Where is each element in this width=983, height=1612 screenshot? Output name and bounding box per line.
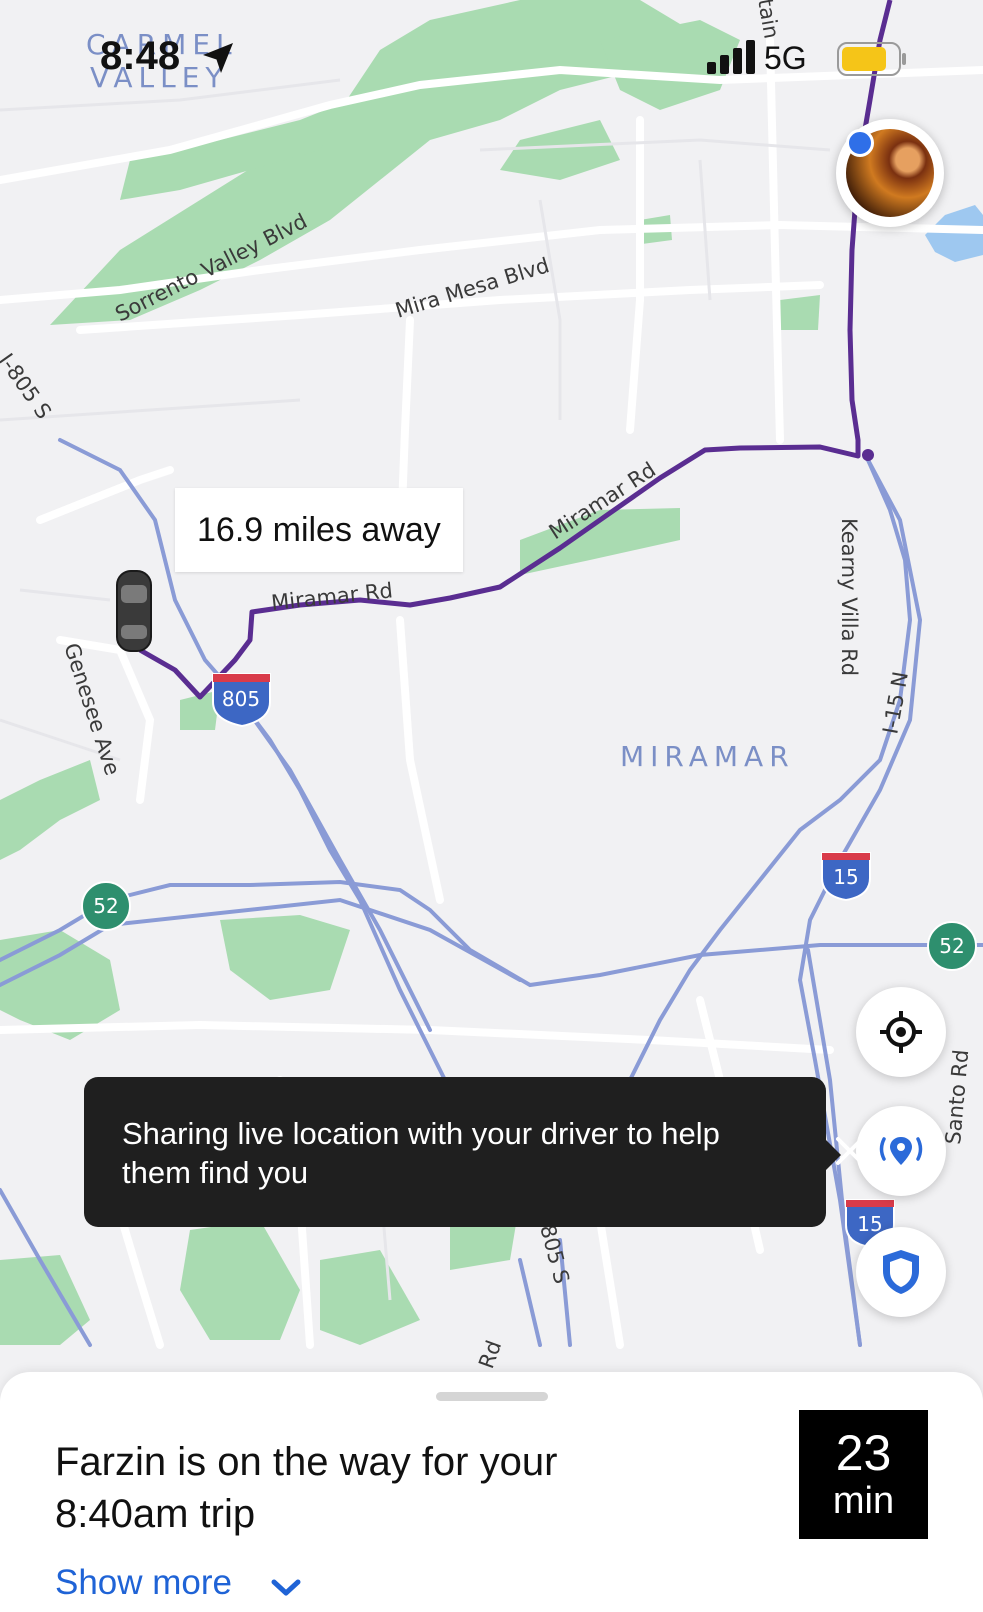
battery-icon [837, 42, 906, 76]
sheet-drag-handle[interactable] [436, 1392, 548, 1401]
safety-button[interactable] [856, 1227, 946, 1317]
status-time: 8:48 [100, 34, 181, 78]
eta-value: 23 [835, 1425, 892, 1481]
driver-car-icon [116, 570, 152, 652]
trip-status-title: Farzin is on the way for your 8:40am tri… [55, 1440, 558, 1536]
crosshair-icon [880, 1011, 922, 1053]
street-label-kearny: Kearny Villa Rd [837, 518, 861, 676]
live-location-button[interactable] [856, 1106, 946, 1196]
svg-text:52: 52 [939, 934, 964, 958]
location-arrow-icon [203, 43, 233, 73]
chevron-down-icon[interactable] [270, 1577, 302, 1599]
tooltip-tail [824, 1138, 841, 1172]
shield-52-right: 52 [927, 921, 977, 971]
driver-avatar[interactable] [836, 119, 944, 227]
signal-bars-icon [707, 40, 755, 74]
notification-dot [846, 129, 874, 157]
shield-15-a: 15 [821, 852, 871, 902]
svg-text:52: 52 [93, 894, 118, 918]
svg-text:805: 805 [222, 687, 260, 711]
map-view[interactable]: Sorrento Valley Blvd Mira Mesa Blvd I-80… [0, 0, 983, 1600]
live-location-tooltip: Sharing live location with your driver t… [84, 1077, 864, 1227]
svg-text:15: 15 [833, 865, 858, 889]
shield-52-left: 52 [81, 881, 131, 931]
shield-icon [883, 1250, 919, 1294]
network-type: 5G [764, 40, 807, 76]
live-location-icon [879, 1137, 923, 1165]
eta-badge: 23 min [799, 1410, 928, 1539]
distance-label: 16.9 miles away [175, 488, 463, 572]
show-more-link[interactable]: Show more [55, 1563, 232, 1603]
recenter-button[interactable] [856, 987, 946, 1077]
route-junction-dot [862, 449, 874, 461]
eta-unit: min [832, 1480, 895, 1522]
tooltip-text: Sharing live location with your driver t… [122, 1116, 720, 1190]
area-label-miramar: MIRAMAR [620, 740, 795, 773]
shield-805: 805 [212, 673, 271, 728]
trip-bottom-sheet[interactable]: Farzin is on the way for your 8:40am tri… [0, 1372, 983, 1612]
